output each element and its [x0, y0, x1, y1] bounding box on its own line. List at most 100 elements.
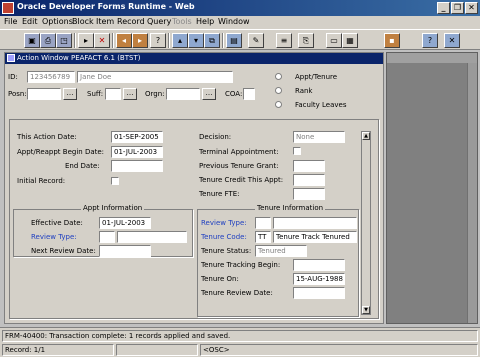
coa-label: COA:: [225, 90, 243, 98]
suff-field[interactable]: [105, 88, 121, 100]
radio-rank-label: Rank: [295, 87, 313, 95]
appt-review-type-label: Review Type:: [31, 233, 77, 241]
end-date-field[interactable]: [111, 160, 163, 172]
tenure-on-label: Tenure On:: [201, 275, 239, 283]
app-icon: [2, 2, 14, 14]
tenure-review-date-label: Tenure Review Date:: [201, 289, 273, 297]
terminal-appointment-checkbox[interactable]: [293, 147, 301, 155]
print-icon[interactable]: ⎙: [40, 33, 56, 48]
radio-faculty-leaves[interactable]: [275, 101, 282, 108]
secondary-window-scrollbar[interactable]: [467, 63, 477, 323]
form-scrollbar[interactable]: ▲ ▼: [361, 131, 371, 315]
toolbar-separator: [74, 33, 76, 48]
tenure-on-field[interactable]: 15-AUG-1988: [293, 273, 345, 285]
tenure-status-field[interactable]: Tenured: [255, 245, 307, 257]
tenure-tracking-begin-label: Tenure Tracking Begin:: [201, 261, 281, 269]
end-date-label: End Date:: [65, 162, 100, 170]
execute-query-icon[interactable]: ⧉: [204, 33, 220, 48]
name-field[interactable]: Jane Doe: [77, 71, 233, 83]
next-review-date-field[interactable]: [99, 245, 151, 257]
field-icon[interactable]: ▭: [326, 33, 342, 48]
exit-form-icon[interactable]: ✕: [444, 33, 460, 48]
tenure-review-type-desc: [273, 217, 357, 229]
window-title: Oracle Developer Forms Runtime - Web: [17, 2, 195, 11]
cancel-query-icon[interactable]: ▤: [226, 33, 242, 48]
menu-query[interactable]: Query: [147, 17, 171, 26]
message-line: FRM-40400: Transaction complete: 1 recor…: [2, 330, 478, 342]
exit-icon[interactable]: ◳: [56, 33, 72, 48]
list-values-icon[interactable]: ≡: [276, 33, 292, 48]
action-window: Action Window PEAFACT 6.1 (BTST) ID: 123…: [4, 52, 384, 324]
osc-indicator: <OSC>: [200, 344, 478, 356]
menu-window[interactable]: Window: [218, 17, 250, 26]
next-record-icon[interactable]: ▾: [188, 33, 204, 48]
orgn-label: Orgn:: [145, 90, 165, 98]
coa-field[interactable]: [243, 88, 255, 100]
help-icon[interactable]: ▪: [384, 33, 400, 48]
posn-field[interactable]: [27, 88, 61, 100]
radio-rank[interactable]: [275, 87, 282, 94]
radio-appt-tenure[interactable]: [275, 73, 282, 80]
maximize-button[interactable]: ❐: [451, 2, 464, 14]
enter-query-icon[interactable]: ?: [150, 33, 166, 48]
block-icon[interactable]: ▦: [342, 33, 358, 48]
effective-date-label: Effective Date:: [31, 219, 83, 227]
scroll-down-icon[interactable]: ▼: [362, 306, 370, 314]
suff-label: Suff:: [87, 90, 104, 98]
status-bar: FRM-40400: Transaction complete: 1 recor…: [0, 327, 480, 357]
previous-record-icon[interactable]: ▴: [172, 33, 188, 48]
copy-icon[interactable]: ⎘: [298, 33, 314, 48]
posn-lov-button[interactable]: …: [63, 88, 77, 100]
radio-faculty-leaves-label: Faculty Leaves: [295, 101, 347, 109]
suff-lov-button[interactable]: …: [123, 88, 137, 100]
menu-block[interactable]: Block: [72, 17, 94, 26]
menu-file[interactable]: File: [4, 17, 17, 26]
action-window-title: Action Window PEAFACT 6.1 (BTST): [17, 54, 141, 62]
edit-icon[interactable]: ✎: [248, 33, 264, 48]
tenure-review-date-field[interactable]: [293, 287, 345, 299]
radio-appt-tenure-label: Appt/Tenure: [295, 73, 338, 81]
orgn-lov-button[interactable]: …: [202, 88, 216, 100]
scroll-up-icon[interactable]: ▲: [362, 132, 370, 140]
orgn-field[interactable]: [166, 88, 200, 100]
save-icon[interactable]: ▣: [24, 33, 40, 48]
tenure-fte-label: Tenure FTE:: [199, 190, 240, 198]
id-field[interactable]: 123456789: [27, 71, 75, 83]
previous-block-icon[interactable]: ◂: [116, 33, 132, 48]
title-bar: Oracle Developer Forms Runtime - Web _ ❐…: [0, 0, 480, 16]
tenure-fte-field[interactable]: [293, 188, 325, 200]
menu-edit[interactable]: Edit: [22, 17, 38, 26]
tenure-review-type-field[interactable]: [255, 217, 271, 229]
appt-begin-field[interactable]: 01-JUL-2003: [111, 146, 163, 158]
minimize-button[interactable]: _: [437, 2, 450, 14]
menu-record[interactable]: Record: [117, 17, 145, 26]
toolbar-separator: [112, 33, 114, 48]
record-indicator: Record: 1/1: [2, 344, 114, 356]
next-review-date-label: Next Review Date:: [31, 247, 96, 255]
initial-record-checkbox[interactable]: [111, 177, 119, 185]
menu-item[interactable]: Item: [96, 17, 114, 26]
effective-date-field[interactable]: 01-JUL-2003: [99, 217, 151, 229]
insert-record-icon[interactable]: ▸: [78, 33, 94, 48]
menu-help[interactable]: Help: [196, 17, 214, 26]
tenure-code-field[interactable]: TT: [255, 231, 271, 243]
delete-record-icon[interactable]: ✕: [94, 33, 110, 48]
appt-begin-label: Appt/Reappt Begin Date:: [17, 148, 105, 156]
decision-label: Decision:: [199, 133, 232, 141]
menu-tools: Tools: [172, 17, 192, 26]
help-question-icon[interactable]: ?: [422, 33, 438, 48]
this-action-date-field[interactable]: 01-SEP-2005: [111, 131, 163, 143]
appt-review-type-desc: [117, 231, 187, 243]
tenure-code-label: Tenure Code:: [201, 233, 247, 241]
menu-options[interactable]: Options: [42, 17, 73, 26]
previous-tenure-grant-field[interactable]: [293, 160, 325, 172]
tenure-tracking-begin-field[interactable]: [293, 259, 345, 271]
appt-review-type-field[interactable]: [99, 231, 115, 243]
next-block-icon[interactable]: ▸: [132, 33, 148, 48]
secondary-window-titlebar: [387, 53, 477, 63]
tenure-credit-field[interactable]: [293, 174, 325, 186]
appt-information-header: Appt Information: [81, 204, 145, 212]
form-icon: [7, 54, 15, 62]
decision-field[interactable]: None: [293, 131, 345, 143]
close-button[interactable]: ✕: [465, 2, 478, 14]
